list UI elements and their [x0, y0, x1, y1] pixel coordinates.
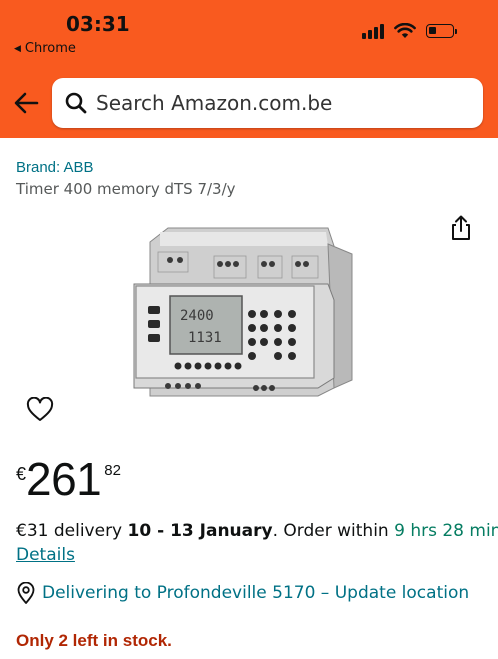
product-image[interactable]: 2400 1131	[128, 220, 368, 402]
location-text: Delivering to Profondeville 5170 – Updat…	[42, 583, 470, 603]
stock-status: Only 2 left in stock.	[16, 631, 172, 650]
location-pin-icon	[17, 582, 35, 604]
back-to-app[interactable]: ◀ Chrome	[14, 41, 76, 56]
search-input[interactable]: Search Amazon.com.be	[52, 78, 483, 128]
wifi-icon	[394, 23, 416, 38]
product-title: Timer 400 memory dTS 7/3/y	[16, 180, 236, 198]
app-header: 03:31 ◀ Chrome Search Amazon.com.be	[0, 0, 498, 138]
back-app-label: Chrome	[24, 41, 76, 56]
back-triangle-icon: ◀	[14, 43, 21, 54]
search-placeholder: Search Amazon.com.be	[96, 91, 333, 115]
price-whole: 261	[26, 453, 102, 505]
svg-text:1131: 1131	[188, 330, 222, 346]
delivery-countdown: 9 hrs 28 mins	[394, 521, 498, 541]
delivery-fee: €31 delivery	[16, 521, 128, 541]
status-time: 03:31	[66, 12, 130, 36]
svg-text:2400: 2400	[180, 308, 214, 324]
search-icon	[65, 92, 87, 114]
delivery-location[interactable]: Delivering to Profondeville 5170 – Updat…	[16, 582, 469, 604]
battery-icon	[426, 24, 457, 38]
status-icons	[362, 23, 457, 39]
delivery-dates: 10 - 13 January	[127, 521, 273, 541]
delivery-message: €31 delivery 10 - 13 January. Order with…	[16, 521, 498, 541]
price-currency: €	[16, 464, 27, 484]
heart-icon[interactable]	[26, 397, 54, 423]
brand-link[interactable]: Brand: ABB	[16, 159, 94, 176]
signal-icon	[362, 23, 384, 39]
share-icon[interactable]	[448, 214, 474, 242]
back-arrow-icon[interactable]	[12, 90, 40, 116]
delivery-order-text: . Order within	[272, 521, 395, 541]
delivery-details-link[interactable]: Details	[16, 545, 75, 565]
price-fraction: 82	[104, 462, 121, 479]
price: € 261 82	[16, 456, 121, 502]
